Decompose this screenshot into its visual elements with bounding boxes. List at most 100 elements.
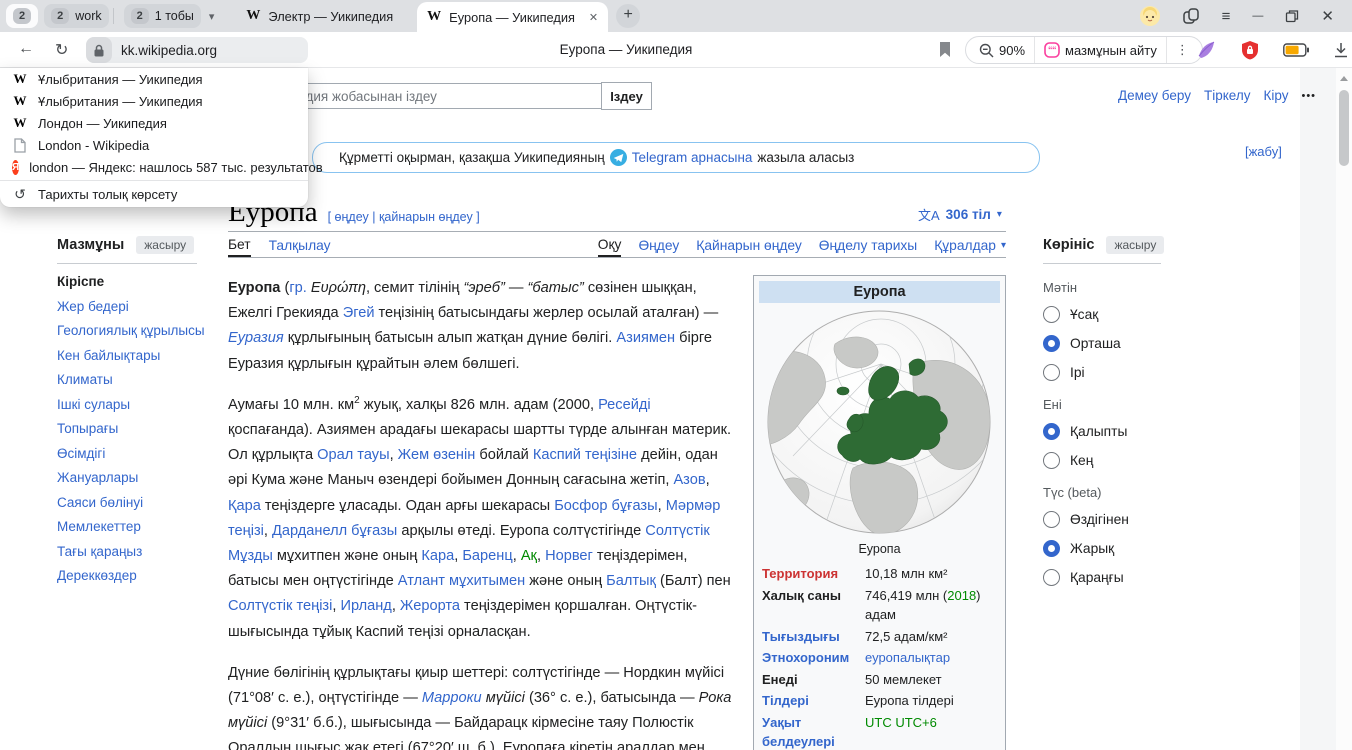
- toc-item-Топырағы[interactable]: Топырағы: [57, 421, 212, 436]
- toc-item-Ішкі сулары[interactable]: Ішкі сулары: [57, 397, 212, 412]
- wiki-link[interactable]: гр.: [289, 280, 307, 296]
- wiki-link[interactable]: Босфор бұғазы: [554, 498, 657, 514]
- profile-avatar[interactable]: [1140, 6, 1160, 26]
- toc-hide-button[interactable]: жасыру: [136, 236, 194, 254]
- wiki-link[interactable]: Еуразия: [228, 330, 284, 346]
- page-tab-Бет[interactable]: Бет: [228, 233, 251, 257]
- appearance-option-Өздігінен[interactable]: Өздігінен: [1043, 510, 1163, 528]
- radio-button[interactable]: [1043, 364, 1060, 381]
- wiki-link[interactable]: Қара: [228, 498, 261, 514]
- battery-icon[interactable]: [1283, 43, 1309, 57]
- radio-button[interactable]: [1043, 569, 1060, 586]
- tab-panels-icon[interactable]: [1182, 7, 1200, 25]
- toc-item-Өсімдігі[interactable]: Өсімдігі: [57, 446, 212, 461]
- appearance-hide-button[interactable]: жасыру: [1106, 236, 1164, 254]
- wiki-link[interactable]: Орал тауы: [317, 447, 389, 463]
- wiki-link[interactable]: еуропалықтар: [865, 650, 950, 665]
- wiki-link[interactable]: Каспий теңізіне: [533, 447, 637, 463]
- infobox-row-label[interactable]: Тілдері: [762, 691, 865, 711]
- downloads-icon[interactable]: [1333, 42, 1349, 59]
- reload-button[interactable]: ↻: [55, 40, 68, 60]
- banner-close-link[interactable]: [жабу]: [1245, 144, 1282, 159]
- tab-group-work[interactable]: 2 work: [44, 4, 109, 28]
- show-full-history-item[interactable]: ↺ Тарихты толық көрсету: [0, 183, 308, 205]
- tab-group-collapsed[interactable]: 2: [6, 4, 38, 28]
- login-link[interactable]: Кіру: [1263, 88, 1288, 103]
- page-tab-Өңдеу[interactable]: Өңдеу: [638, 233, 679, 257]
- page-tab-Оқу[interactable]: Оқу: [598, 233, 622, 257]
- appearance-option-Қараңғы[interactable]: Қараңғы: [1043, 568, 1163, 586]
- back-button[interactable]: ←: [18, 40, 34, 58]
- page-tab-Қайнарын өңдеу[interactable]: Қайнарын өңдеу: [696, 233, 802, 257]
- wiki-link[interactable]: Азов: [673, 472, 705, 488]
- page-tab-Құралдар[interactable]: Құралдар▾: [934, 233, 1006, 257]
- window-minimize-button[interactable]: —: [1252, 10, 1263, 22]
- radio-button[interactable]: [1043, 511, 1060, 528]
- wiki-link[interactable]: Ақ: [521, 548, 537, 564]
- radio-button-selected[interactable]: [1043, 335, 1060, 352]
- scroll-up-arrow-icon[interactable]: [1340, 76, 1348, 81]
- tab-group-1toby[interactable]: 2 1 тобы: [124, 4, 201, 28]
- wiki-link[interactable]: UTC+6: [895, 715, 937, 730]
- infobox-row-label[interactable]: Тығыздығы: [762, 627, 865, 647]
- appearance-option-Жарық[interactable]: Жарық: [1043, 539, 1163, 557]
- infobox-row-label[interactable]: Этнохороним: [762, 648, 865, 668]
- toc-item-Саяси бөлінуі[interactable]: Саяси бөлінуі: [57, 495, 212, 510]
- bookmark-icon[interactable]: [938, 41, 952, 58]
- appearance-option-Орташа[interactable]: Орташа: [1043, 334, 1163, 352]
- tab-groups-chevron-down-icon[interactable]: ▾: [209, 10, 215, 23]
- toc-item-Климаты[interactable]: Климаты: [57, 372, 212, 387]
- europe-globe-map[interactable]: [763, 306, 996, 539]
- window-restore-button[interactable]: [1285, 9, 1299, 23]
- radio-button-selected[interactable]: [1043, 423, 1060, 440]
- suggestion-item[interactable]: WЛондон — Уикипедия: [0, 112, 308, 134]
- tab-close-icon[interactable]: ✕: [589, 11, 598, 24]
- wiki-link[interactable]: Марроки: [422, 690, 482, 706]
- wiki-link[interactable]: Баренц: [462, 548, 512, 564]
- wiki-link[interactable]: Балтық: [606, 573, 656, 589]
- language-selector[interactable]: 文А 306 тіл ▾: [918, 205, 1002, 224]
- scrollbar[interactable]: [1336, 68, 1352, 750]
- title-edit-links[interactable]: [ өңдеу | қайнарын өңдеу ]: [328, 210, 480, 224]
- toc-item-Кіріспе[interactable]: Кіріспе: [57, 274, 212, 289]
- register-link[interactable]: Тіркелу: [1204, 88, 1251, 103]
- wiki-link[interactable]: Норвег: [545, 548, 593, 564]
- toc-item-Жануарлары[interactable]: Жануарлары: [57, 470, 212, 485]
- protect-shield-icon[interactable]: [1241, 40, 1259, 60]
- zoom-control[interactable]: 90%: [970, 37, 1034, 63]
- pill-kebab-menu[interactable]: ⋮: [1166, 37, 1198, 63]
- radio-button-selected[interactable]: [1043, 540, 1060, 557]
- wiki-search-button[interactable]: Іздеу: [601, 82, 652, 110]
- wiki-link[interactable]: Атлант мұхитымен: [398, 573, 525, 589]
- toc-item-Жер бедері[interactable]: Жер бедері: [57, 299, 212, 314]
- wiki-link[interactable]: Жерорта: [400, 598, 460, 614]
- window-close-button[interactable]: ✕: [1321, 7, 1334, 25]
- infobox-row-label[interactable]: Уақыт белдеулері: [762, 713, 865, 750]
- wiki-link[interactable]: Дарданелл бұғазы: [272, 523, 397, 539]
- donate-link[interactable]: Демеу беру: [1118, 88, 1191, 103]
- wiki-link[interactable]: Ирланд: [340, 598, 391, 614]
- radio-button[interactable]: [1043, 452, 1060, 469]
- wiki-link[interactable]: 2018: [947, 588, 976, 603]
- tab-electr-wikipedia[interactable]: W Электр — Уикипедия: [234, 0, 405, 32]
- wiki-link[interactable]: Кара: [421, 548, 454, 564]
- suggestion-item[interactable]: WҰлыбритания — Уикипедия: [0, 90, 308, 112]
- toc-item-Геологиялық құрылысы[interactable]: Геологиялық құрылысы: [57, 323, 212, 338]
- toc-item-Тағы қараңыз[interactable]: Тағы қараңыз: [57, 544, 212, 559]
- wiki-link[interactable]: Азиямен: [616, 330, 675, 346]
- appearance-option-Кең[interactable]: Кең: [1043, 451, 1163, 469]
- toc-item-Мемлекеттер[interactable]: Мемлекеттер: [57, 519, 212, 534]
- tab-europa-wikipedia-active[interactable]: W Еуропа — Уикипедия ✕: [417, 2, 608, 32]
- scrollbar-thumb[interactable]: [1339, 90, 1349, 166]
- wiki-link[interactable]: Жем өзенін: [398, 447, 476, 463]
- browser-menu-icon[interactable]: ≡: [1222, 8, 1231, 25]
- suggestion-item[interactable]: Яlondon — Яндекс: нашлось 587 тыс. резул…: [0, 156, 308, 178]
- toc-item-Кен байлықтары[interactable]: Кен байлықтары: [57, 348, 212, 363]
- infobox-row-label[interactable]: Территория: [762, 564, 865, 584]
- new-tab-button[interactable]: +: [616, 4, 640, 28]
- read-aloud-button[interactable]: ““ мазмұнын айту: [1034, 37, 1166, 63]
- appearance-option-Қалыпты[interactable]: Қалыпты: [1043, 422, 1163, 440]
- secure-lock-icon[interactable]: [86, 37, 112, 63]
- address-bar[interactable]: kk.wikipedia.org: [86, 37, 308, 63]
- toc-item-Дереккөздер[interactable]: Дереккөздер: [57, 568, 212, 583]
